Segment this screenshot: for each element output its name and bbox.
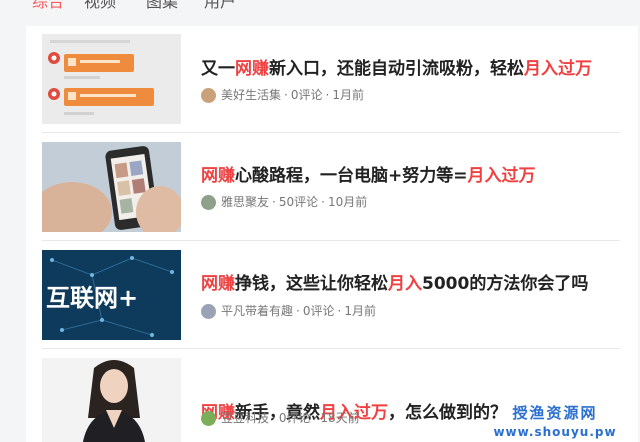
divider	[42, 240, 620, 241]
title-keyword: 网赚	[201, 166, 235, 186]
article-title[interactable]: 网赚挣钱，这些让你轻松月入5000的方法你会了吗	[201, 273, 588, 295]
tab-users[interactable]: 用户	[204, 0, 236, 13]
site-watermark: 授渔资源网 www.shouyu.pw	[470, 404, 640, 439]
results-panel: 又一网赚新入口，还能自动引流吸粉，轻松月入过万 美好生活集 · 0评论 · 1月…	[26, 26, 638, 442]
title-text: 挣钱，这些让你轻松	[235, 274, 388, 294]
title-text: 新入口，还能自动引流吸粉，轻松	[269, 59, 524, 79]
author-name[interactable]: 豆豆科技	[221, 410, 269, 426]
title-text: 心酸路程，一台电脑+努力等=	[235, 166, 468, 186]
comment-count: 50评论	[278, 195, 319, 209]
tab-video[interactable]: 视频	[84, 0, 116, 13]
author-avatar[interactable]	[201, 410, 216, 426]
author-avatar[interactable]	[201, 194, 216, 210]
comment-count: 0评论	[302, 304, 335, 318]
watermark-name: 授渔资源网	[512, 404, 598, 422]
title-keyword: 网赚	[235, 59, 269, 79]
article-meta: 雅思聚友 · 50评论 · 10月前	[201, 194, 367, 210]
divider	[42, 132, 620, 133]
article-meta: 豆豆科技 · 0评论 · 18天前	[201, 410, 360, 426]
article-thumbnail[interactable]	[42, 34, 181, 124]
publish-time: 18天前	[320, 411, 360, 425]
title-keyword: 月入过万	[467, 166, 536, 186]
author-avatar[interactable]	[201, 303, 216, 319]
thumbnail-caption: 互联网+	[46, 284, 139, 312]
title-keyword: 月入过万	[524, 59, 592, 79]
tab-bar: 综合 视频 图集 用户	[0, 0, 640, 26]
author-avatar[interactable]	[201, 87, 216, 103]
article-title[interactable]: 又一网赚新入口，还能自动引流吸粉，轻松月入过万	[201, 58, 592, 80]
publish-time: 1月前	[332, 88, 364, 102]
title-text: 5000的方法你会了吗	[422, 274, 589, 294]
comment-count: 0评论	[278, 411, 311, 425]
author-name[interactable]: 美好生活集	[221, 87, 281, 103]
watermark-url: www.shouyu.pw	[493, 425, 617, 439]
article-thumbnail[interactable]	[42, 358, 181, 442]
article-item[interactable]: 又一网赚新入口，还能自动引流吸粉，轻松月入过万 美好生活集 · 0评论 · 1月…	[42, 34, 620, 132]
article-item[interactable]: 互联网+ 网赚挣钱，这些让你轻松月入5000的方法你会了吗 平凡带着有趣 · 0…	[42, 250, 620, 348]
article-meta: 美好生活集 · 0评论 · 1月前	[201, 87, 364, 103]
phone-in-hand-image	[42, 142, 181, 232]
publish-time: 1月前	[344, 304, 376, 318]
comment-count: 0评论	[290, 88, 323, 102]
title-keyword: 月入	[388, 274, 422, 294]
author-name[interactable]: 平凡带着有趣	[221, 303, 293, 319]
woman-portrait-image	[42, 358, 181, 442]
tab-gallery[interactable]: 图集	[146, 0, 178, 13]
title-keyword: 网赚	[201, 274, 235, 294]
article-item[interactable]: 网赚心酸路程，一台电脑+努力等=月入过万 雅思聚友 · 50评论 · 10月前	[42, 142, 620, 240]
article-title[interactable]: 网赚心酸路程，一台电脑+努力等=月入过万	[201, 165, 536, 187]
divider	[42, 348, 620, 349]
publish-time: 10月前	[327, 195, 368, 209]
author-name[interactable]: 雅思聚友	[221, 194, 269, 210]
title-text: 又一	[201, 59, 235, 79]
article-meta: 平凡带着有趣 · 0评论 · 1月前	[201, 303, 376, 319]
tab-comprehensive[interactable]: 综合	[32, 0, 64, 13]
chat-screenshot-image	[42, 34, 181, 124]
article-thumbnail[interactable]	[42, 142, 181, 232]
article-thumbnail[interactable]: 互联网+	[42, 250, 181, 340]
